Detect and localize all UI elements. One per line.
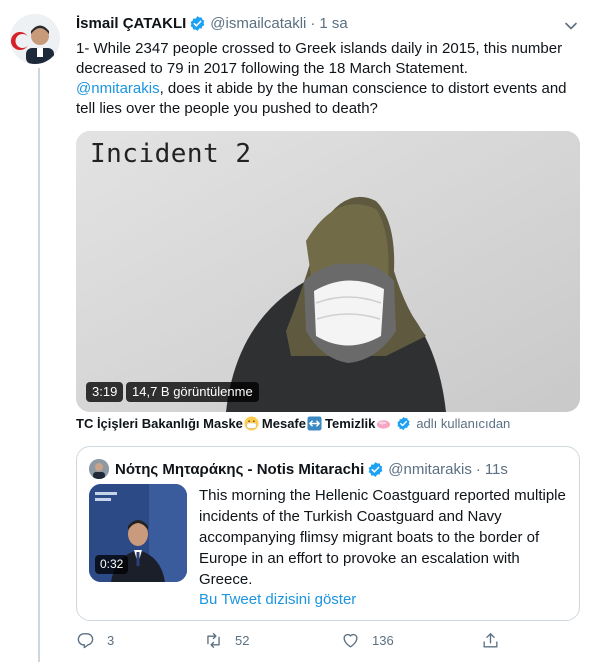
quoted-video-duration: 0:32 xyxy=(95,555,129,574)
quoted-author-handle: @nmitarakis xyxy=(388,460,472,478)
like-button[interactable]: 136 xyxy=(341,631,394,650)
retweet-count: 52 xyxy=(235,633,250,648)
attribution-source[interactable]: TC İçişleri Bakanlığı Maske xyxy=(76,416,243,431)
quoted-author-avatar xyxy=(89,459,109,479)
verified-badge-icon xyxy=(368,461,383,477)
like-count: 136 xyxy=(372,633,394,648)
mask-emoji-icon xyxy=(244,416,259,431)
verified-badge-icon xyxy=(190,16,205,31)
attribution-part3[interactable]: Temizlik xyxy=(325,416,375,431)
share-button[interactable] xyxy=(481,631,500,650)
quoted-tweet-timestamp: 11s xyxy=(484,460,508,478)
share-icon xyxy=(483,633,498,648)
reply-button[interactable]: 3 xyxy=(76,631,114,650)
video-thumbnail xyxy=(76,131,580,412)
video-overlay-title: Incident 2 xyxy=(90,139,252,169)
quoted-tweet-text: This morning the Hellenic Coastguard rep… xyxy=(199,487,566,588)
video-duration-badge: 3:19 xyxy=(86,382,124,402)
quoted-author-avatar-image xyxy=(89,459,109,479)
left-right-arrow-emoji-icon xyxy=(307,416,322,431)
tweet-text-line1: 1- While 2347 people crossed to Greek is… xyxy=(76,40,563,77)
author-name[interactable]: İsmail ÇATAKLI xyxy=(76,15,186,32)
retweet-button[interactable]: 52 xyxy=(204,631,249,650)
verified-badge-icon xyxy=(397,416,410,431)
header-separator: · xyxy=(310,15,316,32)
reply-icon xyxy=(77,633,94,649)
tweet-timestamp[interactable]: 1 sa xyxy=(319,15,347,32)
show-thread-link[interactable]: Bu Tweet dizisini göster xyxy=(199,591,356,608)
attribution-part2[interactable]: Mesafe xyxy=(262,416,306,431)
tweet-actions: 3 52 136 xyxy=(76,631,580,653)
soap-emoji-icon xyxy=(377,420,391,429)
reply-count: 3 xyxy=(107,633,115,648)
attribution-tail: adlı kullanıcıdan xyxy=(416,416,511,431)
mention-link[interactable]: @nmitarakis xyxy=(76,80,160,97)
tweet-text: 1- While 2347 people crossed to Greek is… xyxy=(76,39,576,119)
author-avatar-image xyxy=(10,14,60,64)
author-handle[interactable]: @ismailcatakli xyxy=(210,15,306,32)
quoted-video-thumbnail[interactable]: 0:32 xyxy=(89,484,187,582)
tweet-header: İsmail ÇATAKLI @ismailcatakli · 1 sa xyxy=(76,15,348,32)
like-icon xyxy=(343,633,358,648)
quoted-header-separator: · xyxy=(475,460,481,478)
video-player[interactable]: Incident 2 3:19 14,7 B görüntülenme xyxy=(76,131,580,412)
quoted-tweet-header: Νότης Μηταράκης - Notis Mitarachi @nmita… xyxy=(89,459,508,479)
quoted-tweet-card[interactable]: Νότης Μηταράκης - Notis Mitarachi @nmita… xyxy=(76,446,580,621)
author-avatar[interactable] xyxy=(10,14,60,64)
video-views-badge: 14,7 B görüntülenme xyxy=(126,382,259,402)
quoted-author-name: Νότης Μηταράκης - Notis Mitarachi xyxy=(115,460,365,478)
thread-line xyxy=(38,68,40,662)
retweet-icon xyxy=(207,633,220,648)
chevron-down-icon[interactable] xyxy=(563,18,579,34)
video-attribution: TC İçişleri Bakanlığı Maske Mesafe Temiz… xyxy=(76,416,510,431)
